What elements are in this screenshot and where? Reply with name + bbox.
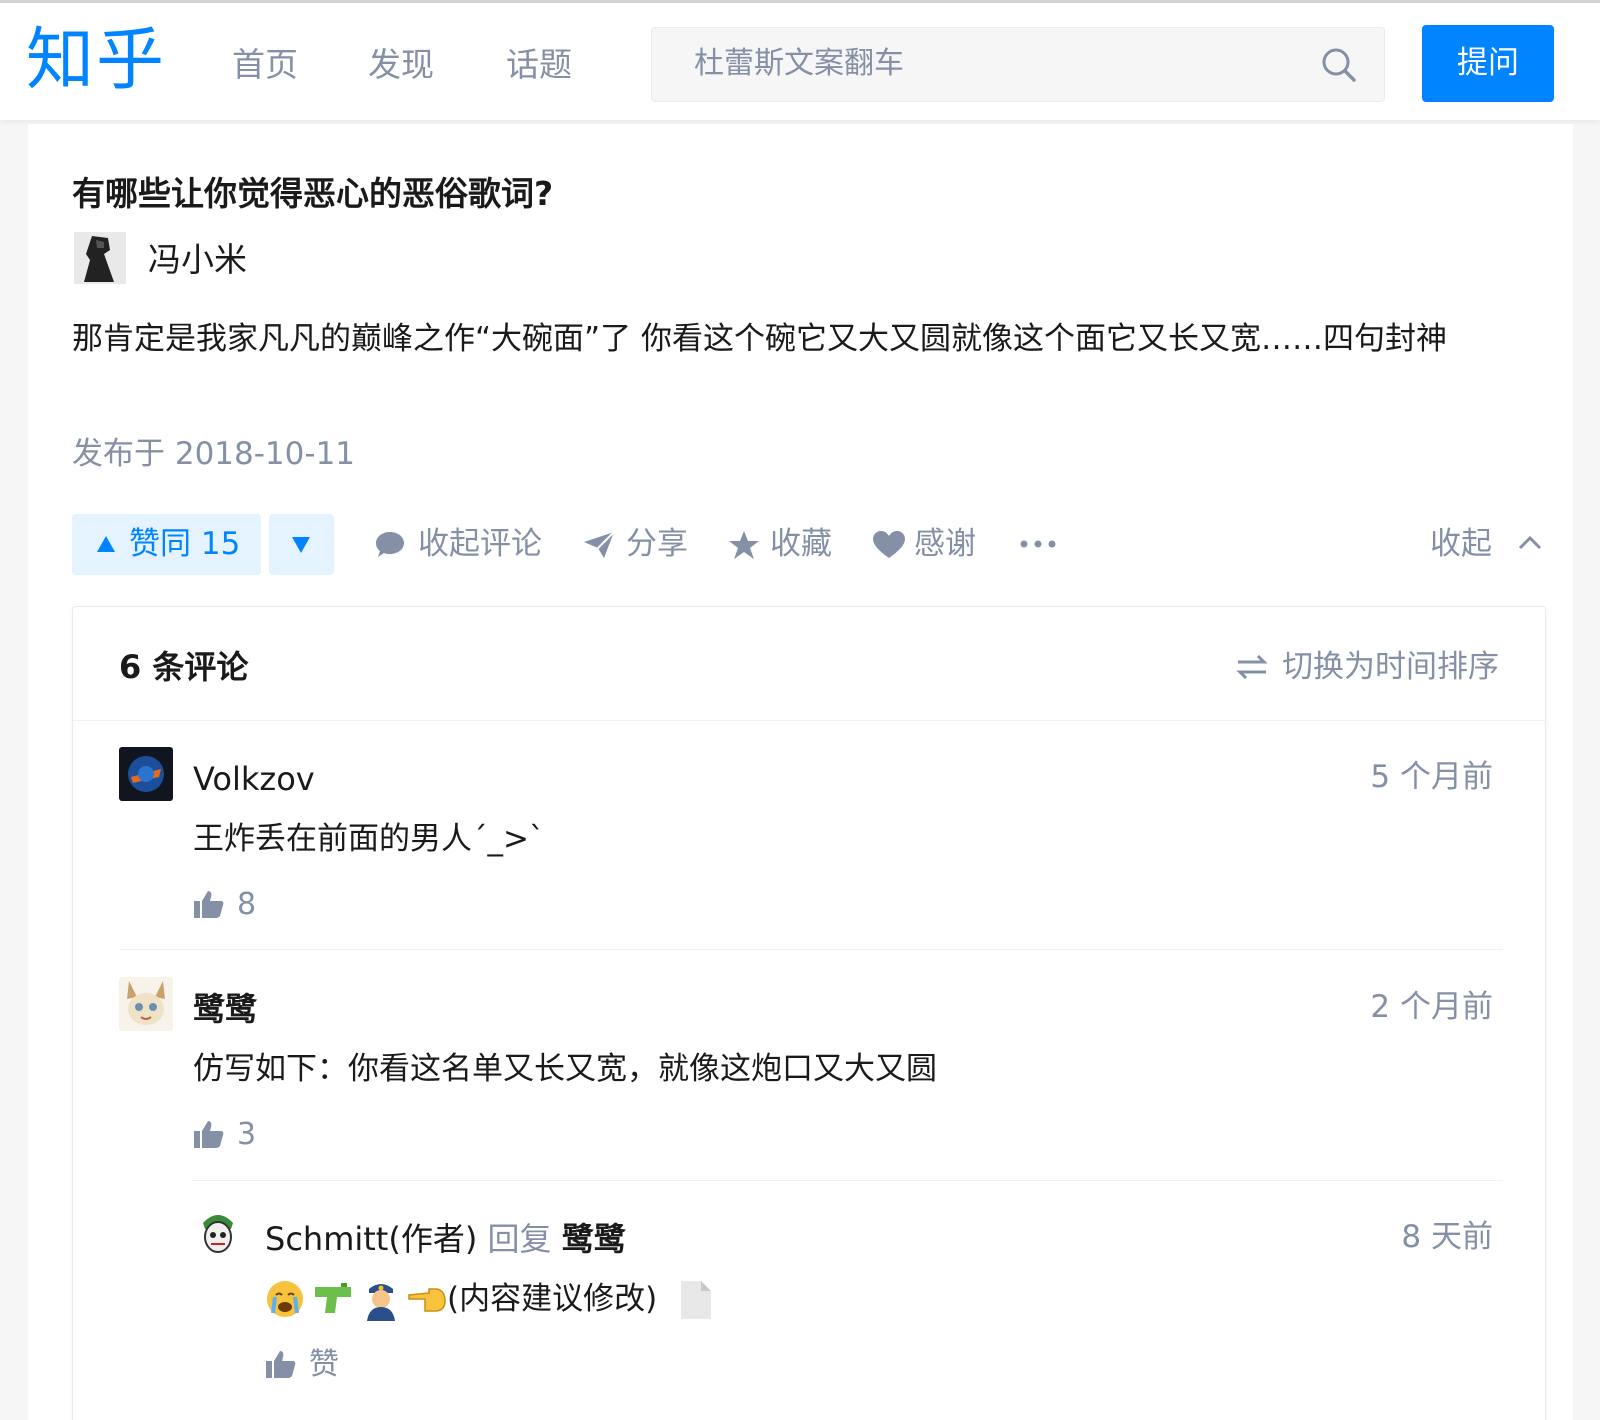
thanks-label: 感谢 [914, 526, 976, 562]
comment-like-count: 8 [237, 887, 257, 922]
vote-down-button[interactable] [269, 514, 334, 575]
author-avatar[interactable] [74, 232, 126, 284]
share-button[interactable]: 分享 [582, 522, 702, 566]
collapse-comments-label: 收起评论 [418, 526, 542, 562]
commenter-name[interactable]: Schmitt(作者) [265, 1220, 477, 1258]
nav-topics[interactable]: 话题 [506, 43, 572, 87]
commenter-avatar-image [193, 1207, 243, 1257]
answer-body: 那肯定是我家凡凡的巅峰之作“大碗面”了 你看这个碗它又大又圆就像这个面它又长又宽… [72, 321, 1447, 357]
comment-time: 2 个月前 [1370, 989, 1493, 1025]
question-title[interactable]: 有哪些让你觉得恶心的恶俗歌词? [72, 172, 553, 216]
comment-divider [119, 949, 1503, 950]
swap-arrows-icon [1236, 654, 1268, 680]
author-name[interactable]: 冯小米 [148, 238, 247, 282]
thumbs-up-icon [194, 1121, 224, 1148]
water-pistol-icon [315, 1283, 351, 1313]
thumbs-up-icon [194, 891, 224, 918]
comment-text: 王炸丢在前面的男人´_>` [193, 821, 545, 857]
sort-by-time-button[interactable]: 切换为时间排序 [1236, 645, 1499, 689]
thanks-button[interactable]: 感谢 [872, 522, 992, 566]
vote-up-button[interactable]: 赞同 15 [72, 514, 261, 575]
triangle-up-icon [97, 536, 115, 552]
comments-count: 6 条评论 [119, 648, 249, 686]
top-header: 知乎 首页 发现 话题 杜蕾斯文案翻车 提问 [0, 0, 1600, 120]
commenter-avatar[interactable] [119, 747, 173, 801]
commenter-name[interactable]: Volkzov [193, 757, 315, 801]
commenter-avatar-image [119, 747, 173, 801]
comment-time: 5 个月前 [1370, 759, 1493, 795]
favorite-label: 收藏 [770, 526, 832, 562]
commenter-avatar[interactable] [193, 1207, 243, 1257]
reply-content: (内容建议修改) [265, 1277, 765, 1321]
crying-face-icon [267, 1281, 303, 1317]
comments-header: 6 条评论 切换为时间排序 [73, 607, 1545, 721]
comment-like-button[interactable]: 8 [193, 885, 293, 925]
reply-target-name[interactable]: 鹭鹭 [562, 1220, 626, 1258]
comment-like-button[interactable]: 赞 [265, 1345, 365, 1385]
thumbs-up-icon [266, 1351, 296, 1378]
search-icon[interactable] [1320, 46, 1358, 84]
ask-question-button[interactable]: 提问 [1422, 25, 1554, 102]
commenter-avatar[interactable] [119, 977, 173, 1031]
comment-time: 8 天前 [1401, 1219, 1493, 1255]
nav-home[interactable]: 首页 [232, 43, 298, 87]
reply-divider [191, 1180, 1503, 1181]
comment-item: 鹭鹭 2 个月前 仿写如下：你看这名单又长又宽，就像这炮口又大又圆 3 [73, 977, 1545, 1197]
comments-panel: 6 条评论 切换为时间排序 Volkzov 5 个月前 王炸丢在前面的男人´_>… [72, 606, 1546, 1420]
triangle-down-icon [292, 537, 310, 553]
commenter-name[interactable]: 鹭鹭 [193, 987, 257, 1031]
search-placeholder: 杜蕾斯文案翻车 [694, 46, 904, 81]
nav-discover[interactable]: 发现 [368, 43, 434, 87]
search-input[interactable]: 杜蕾斯文案翻车 [651, 27, 1385, 102]
comment-text: 仿写如下：你看这名单又长又宽，就像这炮口又大又圆 [193, 1051, 937, 1087]
collapse-comments-button[interactable]: 收起评论 [374, 522, 554, 566]
collapse-answer-button[interactable]: 收起 [1430, 522, 1542, 566]
vote-up-label: 赞同 15 [129, 526, 241, 562]
comment-like-button[interactable]: 3 [193, 1115, 293, 1155]
chevron-up-icon [1518, 535, 1542, 550]
share-label: 分享 [626, 526, 688, 562]
comment-like-label: 赞 [309, 1347, 339, 1382]
comment-like-count: 3 [237, 1117, 257, 1152]
reply-header: Schmitt(作者) 回复 鹭鹭 [265, 1217, 626, 1261]
publish-time[interactable]: 发布于 2018-10-11 [72, 432, 355, 476]
more-options-icon[interactable] [1018, 534, 1058, 554]
star-icon [729, 531, 759, 559]
reply-word: 回复 [487, 1220, 552, 1258]
heart-icon [873, 531, 905, 558]
police-officer-icon [367, 1284, 395, 1321]
author-avatar-image [74, 232, 126, 284]
commenter-avatar-image [119, 977, 173, 1031]
sort-label: 切换为时间排序 [1282, 649, 1499, 685]
pointing-left-icon [408, 1288, 446, 1312]
comment-text: (内容建议修改) [447, 1281, 658, 1317]
paper-plane-icon [584, 531, 615, 558]
comment-reply-item: Schmitt(作者) 回复 鹭鹭 8 天前 (内容建议修改) 赞 [73, 1207, 1545, 1420]
favorite-button[interactable]: 收藏 [728, 522, 848, 566]
answer-card: 有哪些让你觉得恶心的恶俗歌词? 冯小米 那肯定是我家凡凡的巅峰之作“大碗面”了 … [28, 124, 1573, 1420]
zhihu-logo[interactable]: 知乎 [26, 21, 166, 101]
comment-bubble-icon [376, 532, 404, 557]
collapse-label: 收起 [1430, 526, 1492, 562]
page-icon [681, 1281, 711, 1319]
comment-item: Volkzov 5 个月前 王炸丢在前面的男人´_>` 8 [73, 747, 1545, 967]
